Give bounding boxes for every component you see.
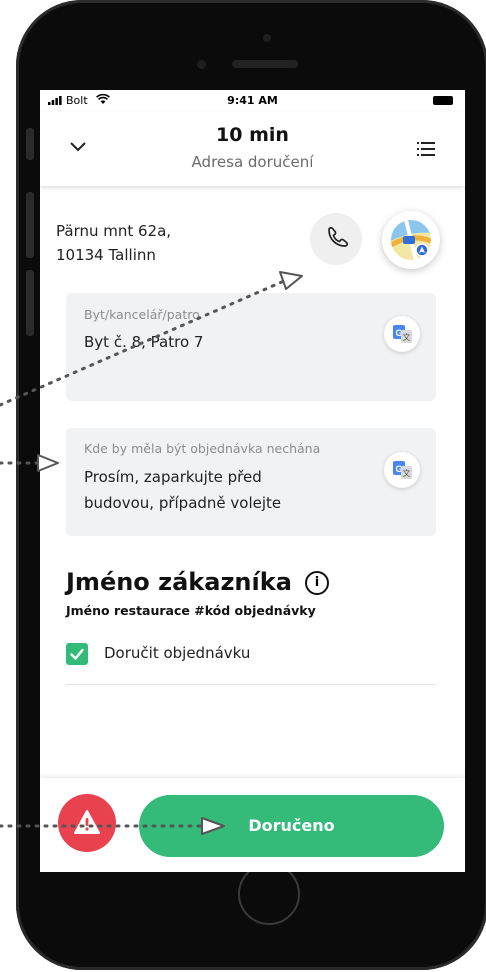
apartment-card[interactable]: Byt/kancelář/patro Byt č. 8, Patro 7 G 文 [66,293,436,401]
restaurant-order-code: Jméno restaurace #kód objednávky [66,603,316,618]
list-icon[interactable] [417,142,435,156]
instructions-line-2: budovou, případně volejte [84,494,282,512]
info-icon[interactable]: i [305,571,329,595]
front-camera [197,60,206,69]
translate-icon: G 文 [393,461,412,479]
warning-icon [74,810,100,834]
customer-name: Jméno zákazníka [66,568,292,596]
mute-switch [26,128,34,160]
top-header: 10 min Adresa doručení [40,112,465,186]
phone-icon [328,226,349,247]
translate-icon: G 文 [393,325,412,343]
earpiece-speaker [232,60,298,68]
app-screen: Bolt 9:41 AM 10 min Adresa doručení Pärn… [40,90,465,872]
eta-title: 10 min [216,124,289,146]
address-line-1: Pärnu mnt 62a, [56,222,172,240]
delivered-button[interactable]: Doručeno [139,795,444,857]
front-sensor [263,34,271,42]
volume-down-button [26,270,34,336]
apartment-value: Byt č. 8, Patro 7 [84,333,204,351]
maps-icon [391,220,431,260]
checkmark-icon [70,648,84,660]
translate-instructions-button[interactable]: G 文 [384,452,420,488]
instructions-card[interactable]: Kde by měla být objednávka nechána Prosí… [66,428,436,536]
delivery-address: Pärnu mnt 62a, 10134 Tallinn [56,219,171,267]
maps-button[interactable] [382,211,440,269]
header-subtitle: Adresa doručení [191,153,314,171]
instructions-line-1: Prosím, zaparkujte před [84,468,262,486]
svg-text:文: 文 [403,468,411,478]
section-divider [66,684,436,685]
volume-up-button [26,192,34,258]
instructions-value: Prosím, zaparkujte před budovou, případn… [84,464,281,516]
translate-apartment-button[interactable]: G 文 [384,316,420,352]
clock: 9:41 AM [227,94,278,107]
address-line-2: 10134 Tallinn [56,246,156,264]
report-problem-button[interactable] [58,794,116,852]
battery-icon [433,96,453,105]
svg-text:文: 文 [403,332,411,342]
apartment-label: Byt/kancelář/patro [84,307,200,322]
deliver-order-checkbox[interactable] [66,643,88,665]
status-bar: Bolt 9:41 AM [40,90,465,112]
bottom-action-bar: Doručeno [40,778,465,872]
instructions-label: Kde by měla být objednávka nechána [84,441,321,456]
call-button[interactable] [310,213,362,265]
home-button[interactable] [238,863,300,925]
deliver-order-label[interactable]: Doručit objednávku [104,644,250,662]
